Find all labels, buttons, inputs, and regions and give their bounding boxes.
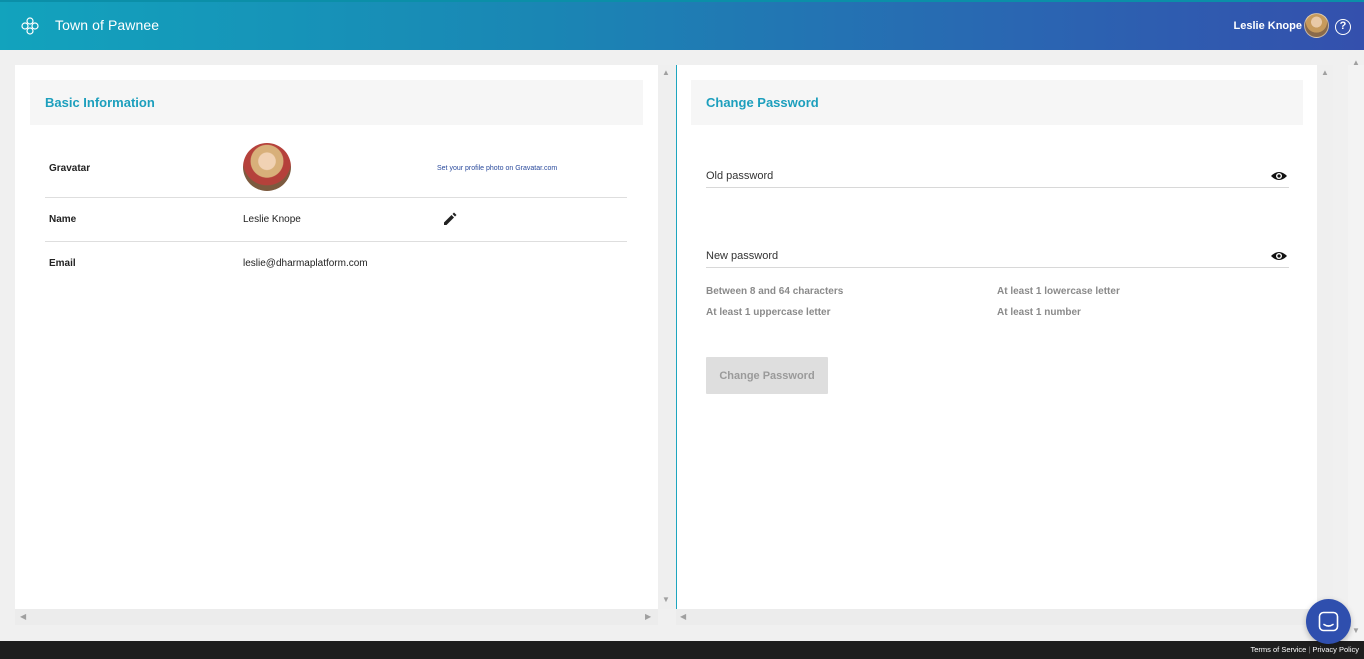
- change-password-header: Change Password: [691, 80, 1303, 125]
- rule-lowercase: At least 1 lowercase letter: [997, 286, 1120, 297]
- scroll-left-icon[interactable]: ◀: [680, 613, 686, 621]
- footer-links: Terms of Service | Privacy Policy: [1251, 645, 1360, 654]
- terms-of-service-link[interactable]: Terms of Service: [1251, 645, 1307, 654]
- gravatar-label: Gravatar: [49, 163, 91, 174]
- left-horizontal-scrollbar[interactable]: ◀ ▶: [15, 609, 658, 625]
- logo-icon[interactable]: [20, 16, 40, 36]
- rule-uppercase: At least 1 uppercase letter: [706, 307, 831, 318]
- name-value: Leslie Knope: [243, 214, 301, 225]
- old-password-field[interactable]: [706, 166, 1289, 188]
- scroll-down-icon[interactable]: ▼: [1352, 627, 1360, 635]
- change-password-button[interactable]: Change Password: [706, 357, 828, 394]
- help-icon[interactable]: ?: [1335, 19, 1351, 35]
- scroll-left-icon[interactable]: ◀: [20, 613, 26, 621]
- chat-launcher-button[interactable]: [1306, 599, 1351, 644]
- new-password-field[interactable]: [706, 246, 1289, 268]
- rule-number: At least 1 number: [997, 307, 1081, 318]
- change-password-panel: Change Password Between 8 and 64 charact…: [676, 65, 1317, 609]
- new-password-input[interactable]: [706, 246, 1266, 266]
- change-password-title: Change Password: [706, 95, 819, 110]
- scroll-right-icon[interactable]: ▶: [645, 613, 651, 621]
- name-row: Name Leslie Knope: [45, 198, 627, 242]
- scroll-up-icon[interactable]: ▲: [1321, 69, 1329, 77]
- basic-information-header: Basic Information: [30, 80, 643, 125]
- app-title[interactable]: Town of Pawnee: [55, 17, 159, 33]
- rule-length: Between 8 and 64 characters: [706, 286, 844, 297]
- old-password-input[interactable]: [706, 166, 1266, 186]
- basic-information-title: Basic Information: [45, 95, 155, 110]
- right-horizontal-scrollbar[interactable]: ◀: [676, 609, 1317, 625]
- gravatar-image: [243, 143, 291, 191]
- chat-icon: [1318, 611, 1339, 632]
- email-value: leslie@dharmaplatform.com: [243, 258, 368, 269]
- page-vertical-scrollbar[interactable]: ▲ ▼: [1348, 59, 1364, 641]
- email-label: Email: [49, 258, 76, 269]
- show-new-password-icon[interactable]: [1270, 250, 1288, 262]
- scroll-up-icon[interactable]: ▲: [662, 69, 670, 77]
- scroll-up-icon[interactable]: ▲: [1352, 59, 1360, 67]
- show-old-password-icon[interactable]: [1270, 170, 1288, 182]
- gravatar-link[interactable]: Set your profile photo on Gravatar.com: [437, 165, 557, 172]
- name-label: Name: [49, 214, 77, 225]
- right-vertical-scrollbar[interactable]: ▲: [1317, 65, 1333, 609]
- top-bar: Town of Pawnee Leslie Knope ?: [0, 0, 1364, 50]
- edit-pencil-icon[interactable]: [442, 211, 458, 227]
- scroll-down-icon[interactable]: ▼: [662, 596, 670, 604]
- basic-information-panel: Basic Information Gravatar Set your prof…: [15, 65, 658, 609]
- privacy-policy-link[interactable]: Privacy Policy: [1312, 645, 1359, 654]
- footer-separator: |: [1308, 645, 1311, 654]
- email-row: Email leslie@dharmaplatform.com: [45, 242, 627, 286]
- left-vertical-scrollbar[interactable]: ▲ ▼: [658, 65, 674, 609]
- user-name[interactable]: Leslie Knope: [1234, 20, 1302, 32]
- footer: Terms of Service | Privacy Policy: [0, 641, 1364, 659]
- user-avatar[interactable]: [1304, 13, 1329, 38]
